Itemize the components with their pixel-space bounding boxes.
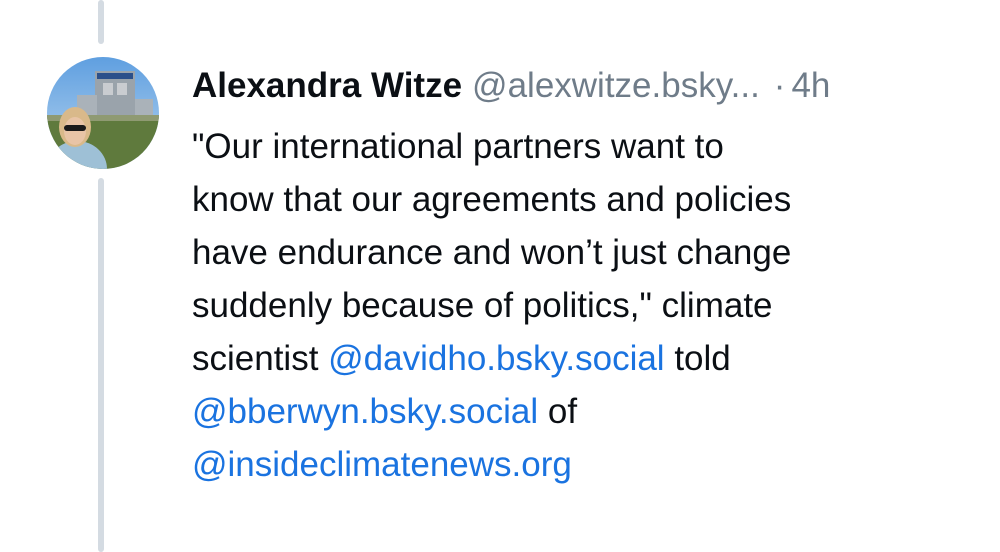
post-text-line: know that our agreements and policies bbox=[192, 180, 792, 219]
post-text-fragment: of bbox=[538, 392, 578, 431]
post-header: Alexandra Witze @alexwitze.bsky... · 4h bbox=[192, 60, 982, 112]
post-text-line: scientist @davidho.bsky.social told bbox=[192, 332, 982, 385]
post[interactable]: Alexandra Witze @alexwitze.bsky... · 4h … bbox=[0, 0, 1000, 552]
post-text-fragment: told bbox=[664, 339, 731, 378]
post-text-line: have endurance and won’t just change bbox=[192, 233, 792, 272]
thread-line-bottom bbox=[98, 178, 104, 552]
post-text: "Our international partners want to know… bbox=[192, 120, 982, 491]
avatar-photo-icon bbox=[47, 57, 159, 169]
mention-link-insideclimatenews[interactable]: @insideclimatenews.org bbox=[192, 445, 572, 484]
post-content: Alexandra Witze @alexwitze.bsky... · 4h … bbox=[192, 60, 982, 491]
author-display-name[interactable]: Alexandra Witze bbox=[192, 60, 462, 112]
avatar[interactable] bbox=[47, 57, 159, 169]
post-text-line: @insideclimatenews.org bbox=[192, 438, 982, 491]
thread-line-top bbox=[98, 0, 104, 44]
post-text-line: "Our international partners want to bbox=[192, 127, 724, 166]
post-text-line: suddenly because of politics," climate bbox=[192, 286, 773, 325]
post-text-line: @bberwyn.bsky.social of bbox=[192, 385, 982, 438]
mention-link-davidho[interactable]: @davidho.bsky.social bbox=[328, 339, 664, 378]
post-text-fragment: scientist bbox=[192, 339, 329, 378]
post-timestamp[interactable]: 4h bbox=[791, 60, 830, 112]
separator-dot: · bbox=[773, 66, 786, 105]
author-handle[interactable]: @alexwitze.bsky... bbox=[472, 60, 760, 112]
mention-link-bberwyn[interactable]: @bberwyn.bsky.social bbox=[192, 392, 538, 431]
